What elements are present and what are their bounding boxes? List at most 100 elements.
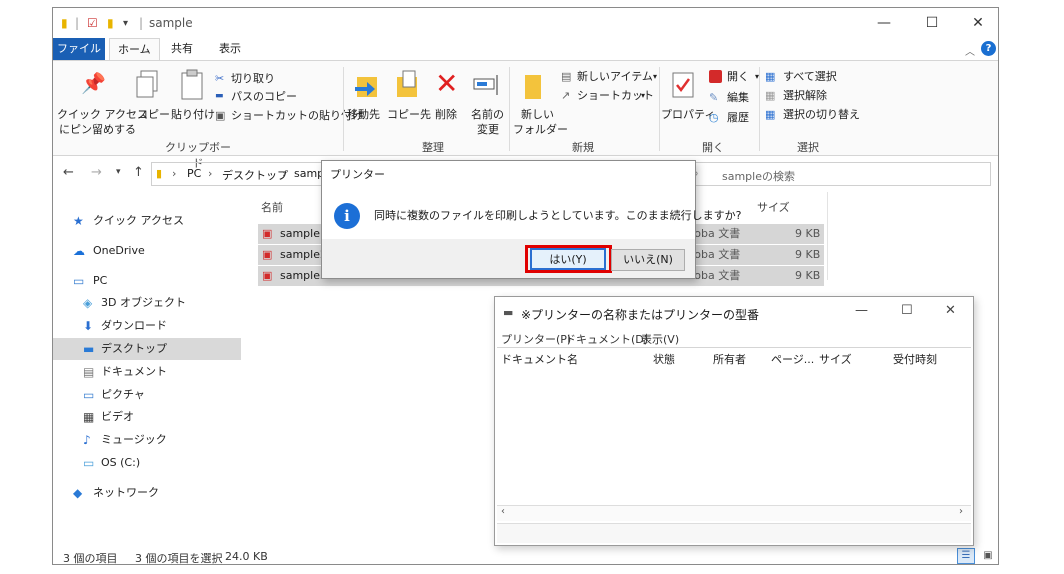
copy-path-label: パスのコピー [231,90,297,103]
file-size: 9 KB [795,269,821,282]
column-owner[interactable]: 所有者 [713,351,746,367]
no-button[interactable]: いいえ(N) [611,249,685,271]
column-document-name[interactable]: ドキュメント名 [501,351,578,367]
nav-os-drive[interactable]: ▭ OS (C:) [53,452,241,474]
delete-label: 削除 [435,108,457,121]
dialog-title: プリンター [322,161,695,189]
dialog-body: i 同時に複数のファイルを印刷しようとしています。このまま続行しますか? [322,189,741,239]
nav-3d-objects[interactable]: ◈ 3D オブジェクト [53,292,241,314]
nav-label: PC [93,274,108,287]
horizontal-scrollbar[interactable]: ‹ › [497,505,971,521]
new-folder-button[interactable]: 新しい フォルダー [513,67,568,137]
scroll-left-icon[interactable]: ‹ [501,506,505,517]
copy-to-button[interactable]: コピー先 [387,67,431,131]
nav-network[interactable]: ◆ ネットワーク [53,482,241,504]
properties-quick-icon[interactable]: ☑ [87,16,98,30]
status-bar: 3 個の項目 3 個の項目を選択 24.0 KB ☰ ▣ [53,548,998,565]
dropdown-arrow-icon: ▾ [641,91,646,100]
tab-home[interactable]: ホーム [109,38,160,61]
new-folder-label-1: 新しい [521,108,554,121]
select-all-icon: ▦ [765,70,776,83]
column-header-size[interactable]: サイズ [757,199,790,215]
ribbon-divider [509,67,510,151]
large-icons-view-icon[interactable]: ▣ [979,548,997,564]
details-view-icon[interactable]: ☰ [957,548,975,564]
status-selected-size: 24.0 KB [225,550,268,563]
properties-button[interactable]: プロパティ [661,67,715,137]
file-type: roba 文書 [690,227,741,240]
back-icon[interactable]: ← [63,165,74,180]
nav-documents[interactable]: ▤ ドキュメント [53,361,241,383]
properties-icon [672,72,694,98]
customize-quick-access-icon[interactable]: ▾ [123,18,128,29]
folder-icon: ▮ [156,167,163,180]
forward-icon[interactable]: → [91,165,102,180]
nav-pc[interactable]: ▭ PC [53,270,241,292]
nav-videos[interactable]: ▦ ビデオ [53,406,241,428]
rename-label-1: 名前の [471,108,504,121]
tab-share[interactable]: 共有 [163,38,201,60]
paste-label: 貼り付け [171,108,215,121]
new-item-label: 新しいアイテム [577,70,653,83]
tab-view[interactable]: 表示 [211,38,249,60]
breadcrumb-pc[interactable]: PC [187,167,201,180]
print-confirm-dialog: プリンター i 同時に複数のファイルを印刷しようとしています。このまま続行します… [321,160,741,279]
copy-to-icon [397,70,417,97]
nav-quick-access[interactable]: ★ クイック アクセス [53,210,241,232]
title-separator: | [75,16,80,30]
tab-file[interactable]: ファイル [53,38,105,60]
close-button[interactable]: ✕ [945,303,956,318]
minimize-button[interactable]: — [855,303,868,318]
breadcrumb-desktop[interactable]: デスクトップ [222,167,288,183]
nav-pictures[interactable]: ▭ ピクチャ [53,384,241,406]
ribbon-tabs: ファイル ホーム 共有 表示 ︿ ? [53,38,998,61]
column-pages[interactable]: ページ... [771,351,814,367]
scroll-right-icon[interactable]: › [959,506,963,517]
dialog-message: 同時に複数のファイルを印刷しようとしています。このまま続行しますか? [374,209,742,222]
nav-desktop[interactable]: ▬ デスクトップ [53,338,241,360]
move-to-button[interactable]: 移動先 [347,67,383,131]
recent-locations-icon[interactable]: ▾ [116,167,121,177]
nav-label: OS (C:) [101,456,141,469]
menu-printer[interactable]: プリンター(P) [501,331,571,347]
collapse-ribbon-icon[interactable]: ︿ [965,43,975,58]
print-queue-status-bar [497,523,971,543]
nav-music[interactable]: ♪ ミュージック [53,429,241,451]
column-size[interactable]: サイズ [819,351,852,367]
new-folder-quick-icon[interactable]: ▮ [107,16,114,30]
column-header-name[interactable]: 名前 [261,199,283,215]
select-all-label: すべて選択 [783,70,837,83]
shortcut-paste-icon: ▣ [215,109,226,122]
menu-document[interactable]: ドキュメント(D) [565,331,648,347]
delete-button[interactable]: ✕ 削除 [433,67,463,131]
yes-button[interactable]: はい(Y) [530,248,606,270]
maximize-button[interactable]: ☐ [909,12,955,34]
window-title: sample [149,16,193,30]
column-status[interactable]: 状態 [653,351,675,367]
menu-view[interactable]: 表示(V) [641,331,679,347]
search-box[interactable]: ⌕ sampleの検索 [681,162,991,186]
nav-downloads[interactable]: ⬇ ダウンロード [53,315,241,337]
help-icon[interactable]: ? [981,41,996,56]
minimize-button[interactable]: — [861,12,907,34]
status-selected-count: 3 個の項目を選択 [135,552,223,565]
nav-onedrive[interactable]: ☁ OneDrive [53,240,241,262]
file-name: sample2 [280,248,327,261]
file-name: sample3 [280,269,327,282]
shortcut-icon: ↗ [561,89,571,102]
pin-icon: 📌 [81,71,106,95]
title-separator: | [139,16,144,30]
close-button[interactable]: ✕ [955,12,998,34]
pin-quick-access-button[interactable]: 📌 クイック アクセス にピン留めする [57,67,148,137]
paste-button[interactable]: 貼り付け [171,67,215,127]
copy-icon [136,70,158,98]
column-submitted[interactable]: 受付時刻 [893,351,937,367]
scissors-icon: ✂ [215,72,225,85]
copy-label: コピー [137,108,170,121]
up-icon[interactable]: ↑ [133,165,144,180]
ribbon-divider [759,67,760,151]
rename-button[interactable]: 名前の 変更 [467,67,507,137]
copy-button[interactable]: コピー [135,67,170,127]
maximize-button[interactable]: ☐ [901,303,913,318]
group-open-label: 開く [702,141,724,154]
